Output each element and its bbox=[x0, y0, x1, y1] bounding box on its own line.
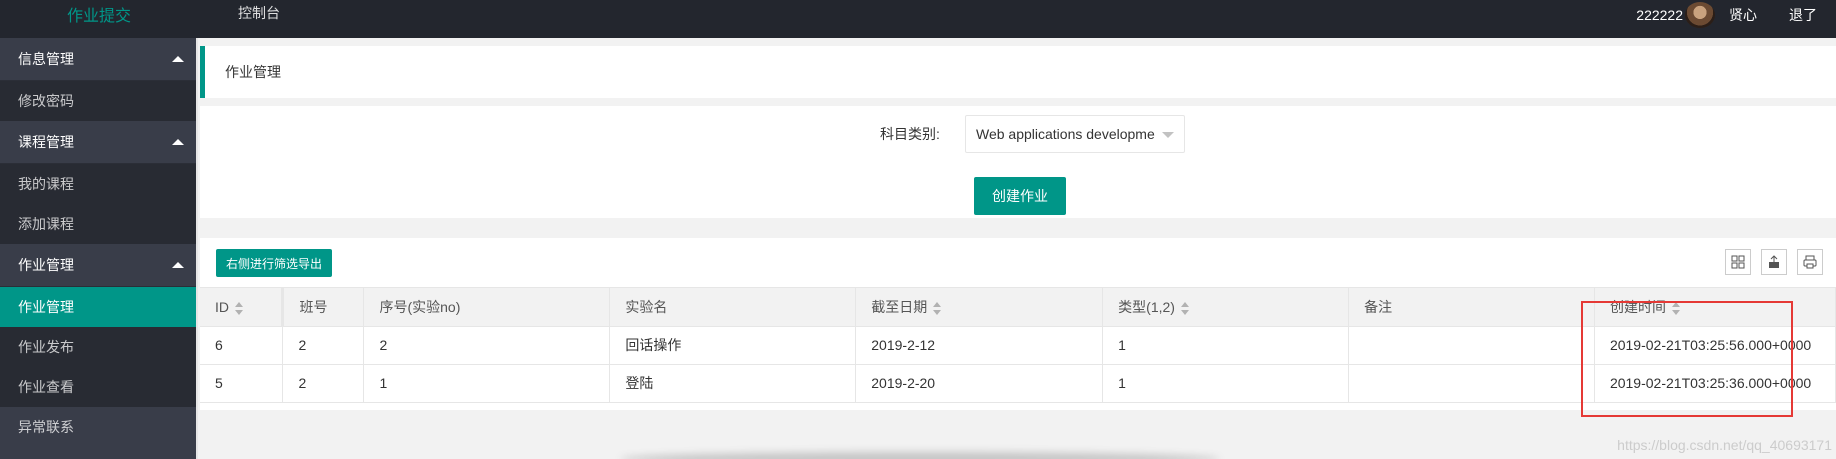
chevron-down-icon bbox=[1162, 132, 1174, 138]
sidebar-item-homework-view[interactable]: 作业查看 bbox=[0, 367, 196, 407]
sidebar-item-homework-publish[interactable]: 作业发布 bbox=[0, 327, 196, 367]
shadow-decoration bbox=[620, 452, 1220, 459]
create-homework-button[interactable]: 创建作业 bbox=[974, 177, 1066, 215]
chevron-up-icon bbox=[172, 139, 184, 145]
nav-console[interactable]: 控制台 bbox=[238, 3, 280, 23]
col-header-class: 班号 bbox=[282, 288, 365, 327]
top-header: 作业提交 控制台 222222 贤心 退了 bbox=[0, 0, 1836, 38]
sidebar-group-label: 作业管理 bbox=[18, 257, 74, 273]
sidebar-item-my-courses[interactable]: 我的课程 bbox=[0, 164, 196, 204]
subject-select-value: Web applications developme bbox=[976, 126, 1155, 142]
sidebar: 信息管理 修改密码 课程管理 我的课程 添加课程 作业管理 作业管理 作业发布 … bbox=[0, 38, 198, 459]
col-header-name: 实验名 bbox=[609, 288, 857, 327]
logout-link[interactable]: 退了 bbox=[1789, 5, 1817, 25]
user-area: 222222 贤心 退了 bbox=[1636, 0, 1836, 30]
create-form: 科目类别: Web applications developme 创建作业 bbox=[200, 106, 1836, 218]
sort-icon[interactable] bbox=[1180, 301, 1190, 315]
cell-name: 登陆 bbox=[609, 364, 857, 403]
cell-deadline: 2019-2-12 bbox=[855, 326, 1104, 365]
export-filter-button[interactable]: 右侧进行筛选导出 bbox=[216, 249, 333, 277]
breadcrumb: 作业管理 bbox=[200, 46, 1836, 98]
user-name[interactable]: 222222 bbox=[1636, 7, 1683, 23]
cell-id: 6 bbox=[200, 326, 284, 365]
table-toolbar: 右侧进行筛选导出 bbox=[200, 238, 1836, 288]
col-header-id[interactable]: ID bbox=[200, 288, 285, 327]
cell-id: 5 bbox=[200, 364, 284, 403]
cell-no: 1 bbox=[363, 364, 611, 403]
sidebar-item-exception[interactable]: 异常联系 bbox=[0, 407, 196, 447]
columns-icon[interactable] bbox=[1725, 249, 1751, 275]
page-title: 作业管理 bbox=[225, 64, 281, 80]
export-icon[interactable] bbox=[1761, 249, 1787, 275]
print-icon[interactable] bbox=[1797, 249, 1823, 275]
sort-icon[interactable] bbox=[933, 301, 942, 315]
watermark: https://blog.csdn.net/qq_40693171 bbox=[1617, 437, 1832, 453]
col-header-deadline[interactable]: 截至日期 bbox=[855, 288, 1104, 327]
user-profile-link[interactable]: 贤心 bbox=[1729, 5, 1757, 25]
sidebar-item-change-password[interactable]: 修改密码 bbox=[0, 81, 196, 121]
sort-icon[interactable] bbox=[235, 301, 244, 315]
annotation-highlight-box bbox=[1581, 301, 1793, 417]
sidebar-item-homework-manage[interactable]: 作业管理 bbox=[0, 287, 196, 327]
col-header-remark: 备注 bbox=[1348, 288, 1595, 327]
cell-class: 2 bbox=[282, 326, 365, 365]
cell-class: 2 bbox=[282, 364, 365, 403]
chevron-up-icon bbox=[172, 262, 184, 268]
cell-name: 回话操作 bbox=[609, 326, 857, 365]
chevron-up-icon bbox=[172, 56, 184, 62]
col-header-type[interactable]: 类型(1,2) bbox=[1102, 288, 1350, 327]
cell-deadline: 2019-2-20 bbox=[855, 364, 1104, 403]
avatar[interactable] bbox=[1685, 2, 1715, 28]
cell-type: 1 bbox=[1102, 364, 1350, 403]
sidebar-group-label: 信息管理 bbox=[18, 51, 74, 67]
sidebar-group-label: 课程管理 bbox=[18, 134, 74, 150]
sidebar-group-courses[interactable]: 课程管理 bbox=[0, 121, 196, 164]
app-logo[interactable]: 作业提交 bbox=[67, 2, 131, 26]
cell-type: 1 bbox=[1102, 326, 1350, 365]
sidebar-group-info[interactable]: 信息管理 bbox=[0, 38, 196, 81]
cell-remark bbox=[1348, 326, 1595, 365]
cell-remark bbox=[1348, 364, 1595, 403]
sidebar-group-homework[interactable]: 作业管理 bbox=[0, 244, 196, 287]
subject-label: 科目类别: bbox=[880, 126, 940, 142]
col-header-no: 序号(实验no) bbox=[363, 288, 611, 327]
cell-no: 2 bbox=[363, 326, 611, 365]
subject-select[interactable]: Web applications developme bbox=[965, 115, 1185, 153]
sidebar-item-add-course[interactable]: 添加课程 bbox=[0, 204, 196, 244]
